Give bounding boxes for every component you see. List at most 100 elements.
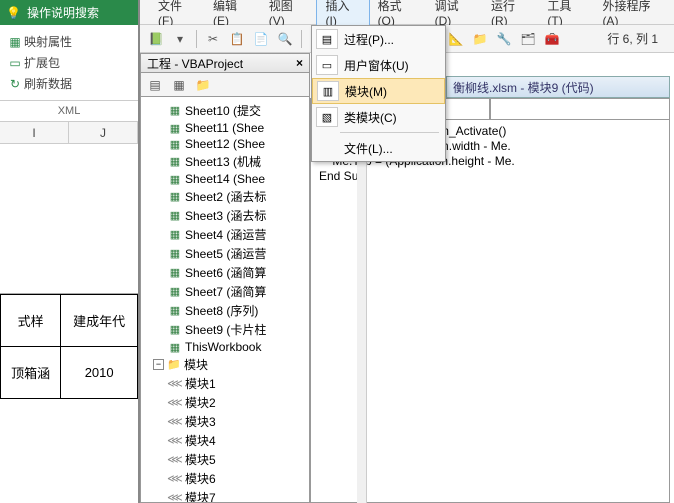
project-tree[interactable]: ▦Sheet10 (提交▦Sheet11 (Shee▦Sheet12 (Shee…: [140, 97, 310, 503]
sheet-icon: ▦: [167, 247, 183, 261]
view-object-icon[interactable]: ▦: [169, 75, 189, 95]
separator: [340, 132, 439, 133]
col-I[interactable]: I: [0, 122, 69, 143]
tree-sheet-item[interactable]: ▦Sheet9 (卡片柱: [141, 320, 309, 339]
col-J[interactable]: J: [69, 122, 138, 143]
cell-h1[interactable]: 式样: [1, 295, 61, 347]
tree-sheet-item[interactable]: ▦Sheet2 (涵去标: [141, 187, 309, 206]
cell-r1c1[interactable]: 顶箱涵: [1, 347, 61, 399]
tree-sheet-item[interactable]: ▦Sheet11 (Shee: [141, 120, 309, 136]
paste-icon[interactable]: 📄: [251, 29, 271, 49]
tree-sheet-item[interactable]: ▦Sheet6 (涵简算: [141, 263, 309, 282]
module-icon: ⋘: [167, 415, 183, 429]
sheet-icon: ▦: [167, 285, 183, 299]
toolbox-icon[interactable]: 🧰: [542, 29, 562, 49]
dd-classmodule[interactable]: ▧类模块(C): [312, 104, 445, 130]
close-icon[interactable]: ×: [296, 56, 303, 70]
tree-sheet-item[interactable]: ▦Sheet14 (Shee: [141, 171, 309, 187]
search-placeholder: 操作说明搜索: [27, 4, 99, 21]
tree-module-item[interactable]: ⋘模块2: [141, 393, 309, 412]
project-icon[interactable]: 📁: [470, 29, 490, 49]
pack-icon: ▭: [6, 56, 24, 70]
sheet-icon: ▦: [167, 228, 183, 242]
cell-r1c2[interactable]: 2010: [61, 347, 138, 399]
dd-procedure[interactable]: ▤过程(P)...: [312, 26, 445, 52]
refresh-icon: ↻: [6, 77, 24, 91]
dd-module[interactable]: ▥模块(M): [312, 78, 445, 104]
folder-icon: 📁: [166, 358, 182, 372]
dd-file[interactable]: 文件(L)...: [312, 135, 445, 161]
bulb-icon: 💡: [6, 6, 21, 20]
procedure-dropdown[interactable]: [490, 98, 670, 120]
sheet-icon: ▦: [167, 137, 183, 151]
ribbon-xml-group: ▦映射属性 ▭扩展包 ↻刷新数据: [0, 25, 138, 101]
sheet-grid[interactable]: [0, 144, 138, 294]
search-bar[interactable]: 💡 操作说明搜索: [0, 0, 138, 25]
tree-module-item[interactable]: ⋘模块7: [141, 488, 309, 503]
tb-dropdown-icon[interactable]: ▾: [170, 29, 190, 49]
tree-module-item[interactable]: ⋘模块5: [141, 450, 309, 469]
folder-icon[interactable]: 📁: [193, 75, 213, 95]
code-margin: [357, 120, 367, 503]
tree-sheet-item[interactable]: ▦Sheet10 (提交: [141, 101, 309, 120]
tree-thisworkbook[interactable]: ▦ThisWorkbook: [141, 339, 309, 355]
tree-module-item[interactable]: ⋘模块1: [141, 374, 309, 393]
module-icon: ⋘: [167, 377, 183, 391]
cell-h2[interactable]: 建成年代: [61, 295, 138, 347]
project-title-bar: 工程 - VBAProject ×: [140, 53, 310, 73]
tree-sheet-item[interactable]: ▦Sheet4 (涵运营: [141, 225, 309, 244]
table-row: 式样 建成年代: [1, 295, 138, 347]
tree-sheet-item[interactable]: ▦Sheet12 (Shee: [141, 136, 309, 152]
browser-icon[interactable]: 🗂: [518, 29, 538, 49]
module-icon: ⋘: [167, 434, 183, 448]
module-icon: ⋘: [167, 491, 183, 503]
dd-userform[interactable]: ▭用户窗体(U): [312, 52, 445, 78]
module-icon: ⋘: [167, 472, 183, 486]
tree-sheet-item[interactable]: ▦Sheet5 (涵运营: [141, 244, 309, 263]
ribbon-refresh[interactable]: ↻刷新数据: [6, 73, 132, 94]
cursor-position: 行 6, 列 1: [607, 30, 658, 47]
procedure-icon: ▤: [316, 29, 338, 49]
table-row: 顶箱涵 2010: [1, 347, 138, 399]
tree-sheet-item[interactable]: ▦Sheet3 (涵去标: [141, 206, 309, 225]
map-icon: ▦: [6, 35, 24, 49]
tree-sheet-item[interactable]: ▦Sheet8 (序列): [141, 301, 309, 320]
separator: [196, 30, 197, 48]
code-window-title: 衡柳线.xlsm - 模块9 (代码): [446, 76, 670, 98]
sheet-icon: ▦: [167, 172, 183, 186]
insert-dropdown: ▤过程(P)... ▭用户窗体(U) ▥模块(M) ▧类模块(C) 文件(L).…: [311, 25, 446, 162]
project-title: 工程 - VBAProject: [147, 55, 243, 72]
collapse-icon[interactable]: −: [153, 359, 164, 370]
ribbon-group-label: XML: [0, 101, 138, 122]
sheet-icon: ▦: [167, 266, 183, 280]
tree-sheet-item[interactable]: ▦Sheet13 (机械: [141, 152, 309, 171]
tree-sheet-item[interactable]: ▦Sheet7 (涵简算: [141, 282, 309, 301]
sheet-icon: ▦: [167, 304, 183, 318]
module-icon: ⋘: [167, 453, 183, 467]
tree-module-item[interactable]: ⋘模块6: [141, 469, 309, 488]
sheet-icon: ▦: [167, 155, 183, 169]
excel-panel: 💡 操作说明搜索 ▦映射属性 ▭扩展包 ↻刷新数据 XML I J 式样 建成年…: [0, 0, 140, 503]
view-code-icon[interactable]: ▤: [145, 75, 165, 95]
menu-bar: 文件(F) 编辑(E) 视图(V) 插入(I) 格式(O) 调试(D) 运行(R…: [140, 0, 674, 25]
ribbon-expand-pack[interactable]: ▭扩展包: [6, 52, 132, 73]
ribbon-map-props[interactable]: ▦映射属性: [6, 31, 132, 52]
classmodule-icon: ▧: [316, 107, 338, 127]
column-headers: I J: [0, 122, 138, 144]
cut-icon[interactable]: ✂: [203, 29, 223, 49]
workbook-icon: ▦: [167, 340, 183, 354]
find-icon[interactable]: 🔍: [275, 29, 295, 49]
props-icon[interactable]: 🔧: [494, 29, 514, 49]
tree-modules-folder[interactable]: −📁模块: [141, 355, 309, 374]
design-icon[interactable]: 📐: [446, 29, 466, 49]
tree-module-item[interactable]: ⋘模块4: [141, 431, 309, 450]
module-icon: ⋘: [167, 396, 183, 410]
excel-icon[interactable]: 📗: [146, 29, 166, 49]
tree-module-item[interactable]: ⋘模块3: [141, 412, 309, 431]
project-toolbar: ▤ ▦ 📁: [140, 73, 310, 97]
separator: [301, 30, 302, 48]
sheet-icon: ▦: [167, 121, 183, 135]
copy-icon[interactable]: 📋: [227, 29, 247, 49]
sheet-icon: ▦: [167, 190, 183, 204]
module-icon: ▥: [317, 81, 339, 101]
